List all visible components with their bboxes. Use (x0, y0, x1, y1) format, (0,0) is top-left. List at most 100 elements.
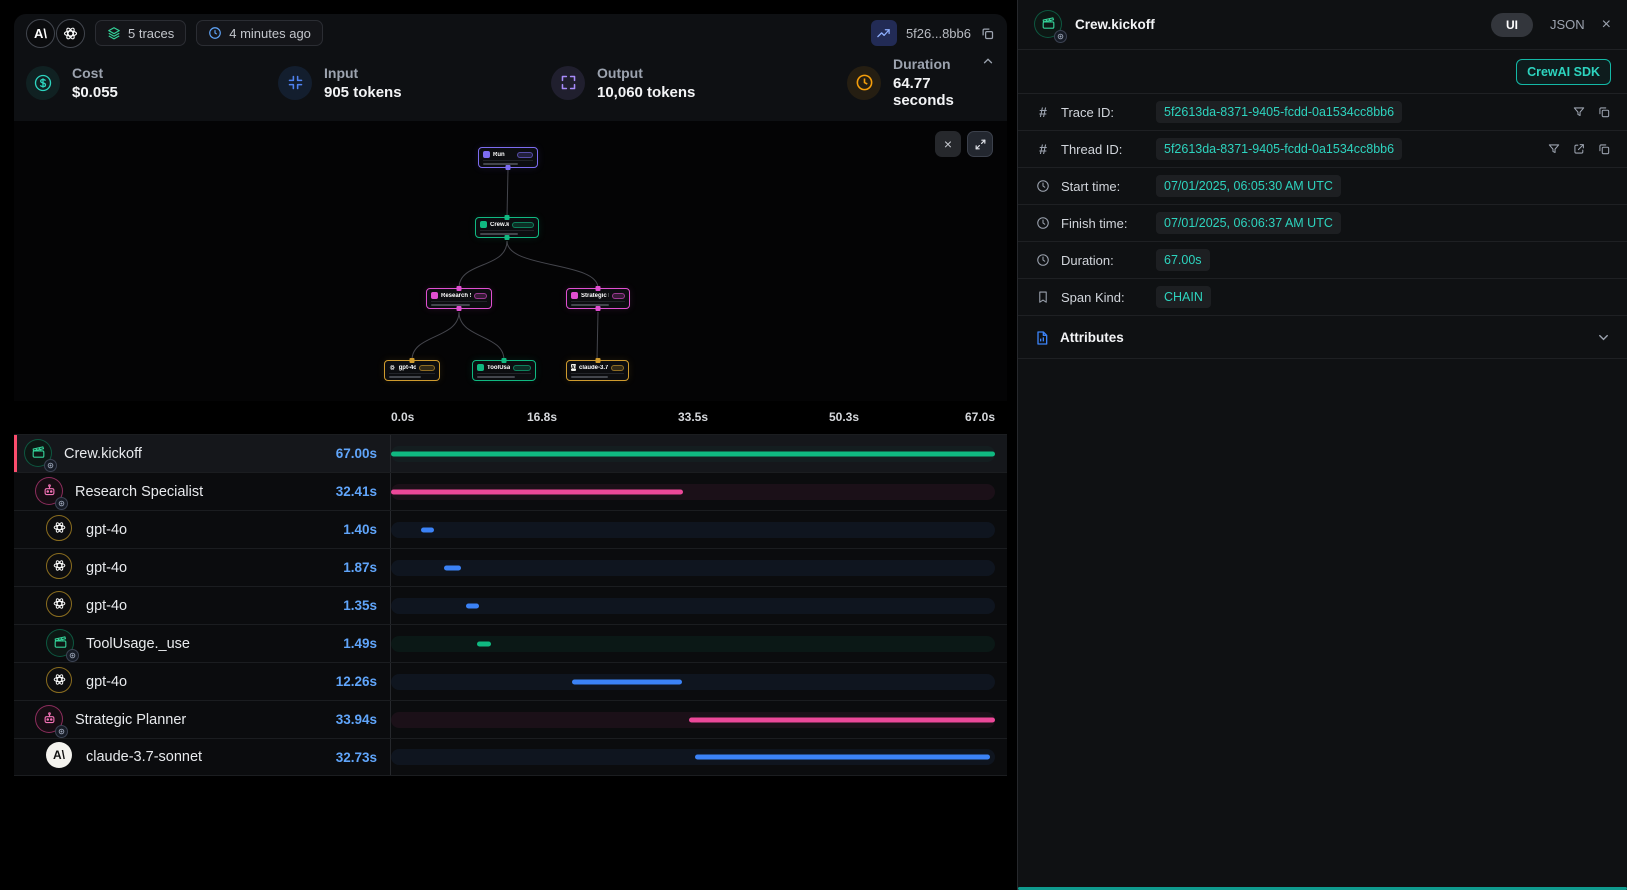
graph-expand-button[interactable] (967, 131, 993, 157)
filter-icon[interactable] (1572, 105, 1586, 119)
axis-tick: 33.5s (678, 410, 708, 424)
span-bar[interactable] (689, 717, 995, 722)
stat-output: Output 10,060 tokens (551, 56, 847, 109)
span-duration: 67.00s (336, 446, 390, 461)
span-track[interactable] (391, 739, 995, 775)
copy-icon[interactable] (1597, 105, 1611, 119)
timeline-row[interactable]: A\ claude-3.7-sonnet 32.73s (14, 738, 1007, 776)
stat-value: $0.055 (72, 84, 118, 101)
graph-node[interactable]: gpt-4o (384, 360, 440, 381)
stat-label: Output (597, 65, 695, 81)
timeline-row[interactable]: gpt-4o 1.40s (14, 510, 1007, 548)
traces-count-badge[interactable]: 5 traces (95, 20, 186, 46)
timeline-row[interactable]: gpt-4o 1.35s (14, 586, 1007, 624)
timeline-row[interactable]: Research Specialist 32.41s (14, 472, 1007, 510)
span-label: gpt-4o (86, 598, 127, 614)
copy-icon[interactable] (980, 26, 995, 41)
span-duration: 1.87s (343, 560, 390, 575)
node-title: Run (493, 152, 505, 158)
span-duration: 32.73s (336, 750, 390, 765)
clock-icon (1034, 253, 1052, 267)
timeline-row[interactable]: gpt-4o 12.26s (14, 662, 1007, 700)
traces-count-label: 5 traces (128, 26, 174, 41)
timeline-row[interactable]: Crew.kickoff 67.00s (14, 434, 1007, 472)
span-track[interactable] (391, 435, 995, 472)
detail-value[interactable]: 07/01/2025, 06:05:30 AM UTC (1156, 175, 1341, 197)
span-track[interactable] (391, 549, 995, 586)
tab-ui[interactable]: UI (1491, 13, 1533, 37)
span-track[interactable] (391, 701, 995, 738)
span-bar[interactable] (444, 565, 461, 570)
attributes-section[interactable]: Attributes (1018, 317, 1627, 359)
detail-value[interactable]: 67.00s (1156, 249, 1210, 271)
trending-up-icon (876, 26, 891, 41)
detail-value[interactable]: 5f2613da-8371-9405-fcdd-0a1534cc8bb6 (1156, 101, 1402, 123)
detail-label: Span Kind: (1061, 290, 1147, 305)
span-label: ToolUsage._use (86, 636, 190, 652)
graph-node[interactable]: Run (478, 147, 538, 168)
detail-label: Duration: (1061, 253, 1147, 268)
node-handle (596, 286, 601, 291)
attributes-chevron-down-icon[interactable] (1596, 330, 1611, 345)
span-bar[interactable] (477, 641, 491, 646)
graph-node[interactable]: ToolUsage._use (472, 360, 536, 381)
span-track[interactable] (391, 663, 995, 700)
detail-row: Duration: 67.00s (1018, 242, 1627, 279)
collapse-stats-chevron-icon[interactable] (981, 54, 995, 68)
detail-row: Finish time: 07/01/2025, 06:06:37 AM UTC (1018, 205, 1627, 242)
external-icon[interactable] (1572, 142, 1586, 156)
timeline-waterfall: 0.0s16.8s33.5s50.3s67.0s Crew.kickoff 67… (14, 408, 1007, 776)
copy-icon[interactable] (1597, 142, 1611, 156)
bookmark-icon (1034, 290, 1052, 304)
span-bar[interactable] (421, 527, 434, 532)
hash-icon: # (1034, 141, 1052, 157)
span-bar[interactable] (695, 755, 989, 760)
agent-robot-icon (35, 477, 65, 507)
detail-value[interactable]: CHAIN (1156, 286, 1211, 308)
detail-value[interactable]: 5f2613da-8371-9405-fcdd-0a1534cc8bb6 (1156, 138, 1402, 160)
layers-icon (107, 26, 121, 40)
span-bar[interactable] (572, 679, 683, 684)
trace-page: A\ 5 traces 4 minutes ago 5f26...8bb6 (0, 0, 1627, 890)
span-track[interactable] (391, 511, 995, 548)
node-handle (410, 358, 415, 363)
stat-value: 64.77 seconds (893, 75, 995, 109)
span-bar[interactable] (391, 489, 683, 494)
filter-icon[interactable] (1547, 142, 1561, 156)
span-track[interactable] (391, 625, 995, 662)
detail-value[interactable]: 07/01/2025, 06:06:37 AM UTC (1156, 212, 1341, 234)
time-ago-badge[interactable]: 4 minutes ago (196, 20, 323, 46)
node-handle (457, 306, 462, 311)
anthropic-icon: A\ (46, 742, 76, 772)
node-badge (517, 152, 533, 158)
hash-icon: # (1034, 104, 1052, 120)
graph-node[interactable]: A\claude-3.7-sonnet (566, 360, 629, 381)
span-duration: 1.35s (343, 598, 390, 613)
span-track[interactable] (391, 587, 995, 624)
span-duration: 32.41s (336, 484, 390, 499)
detail-label: Finish time: (1061, 216, 1147, 231)
timeline-row[interactable]: ToolUsage._use 1.49s (14, 624, 1007, 662)
trace-graph[interactable]: Run Crew.kickoff Research Speciali... St… (14, 121, 1007, 401)
timeline-row[interactable]: gpt-4o 1.87s (14, 548, 1007, 586)
clock-icon (1034, 179, 1052, 193)
close-panel-icon[interactable]: × (1602, 16, 1611, 34)
trend-button[interactable] (871, 20, 897, 46)
panel-header: Crew.kickoff UI JSON × (1018, 0, 1627, 50)
graph-node[interactable]: Strategic Planner (566, 288, 630, 309)
graph-close-button[interactable]: × (935, 131, 961, 157)
node-title: Strategic Planner (581, 293, 609, 299)
openai-icon (46, 667, 76, 697)
graph-node[interactable]: Research Speciali... (426, 288, 492, 309)
span-label: Research Specialist (75, 484, 203, 500)
node-title: ToolUsage._use (487, 365, 510, 371)
attributes-file-icon (1034, 330, 1050, 346)
span-bar[interactable] (466, 603, 479, 608)
span-track[interactable] (391, 473, 995, 510)
graph-node[interactable]: Crew.kickoff (475, 217, 539, 238)
stat-value: 10,060 tokens (597, 84, 695, 101)
span-bar[interactable] (391, 451, 995, 456)
timeline-row[interactable]: Strategic Planner 33.94s (14, 700, 1007, 738)
sdk-row: CrewAI SDK (1018, 50, 1627, 94)
tab-json[interactable]: JSON (1550, 17, 1585, 32)
